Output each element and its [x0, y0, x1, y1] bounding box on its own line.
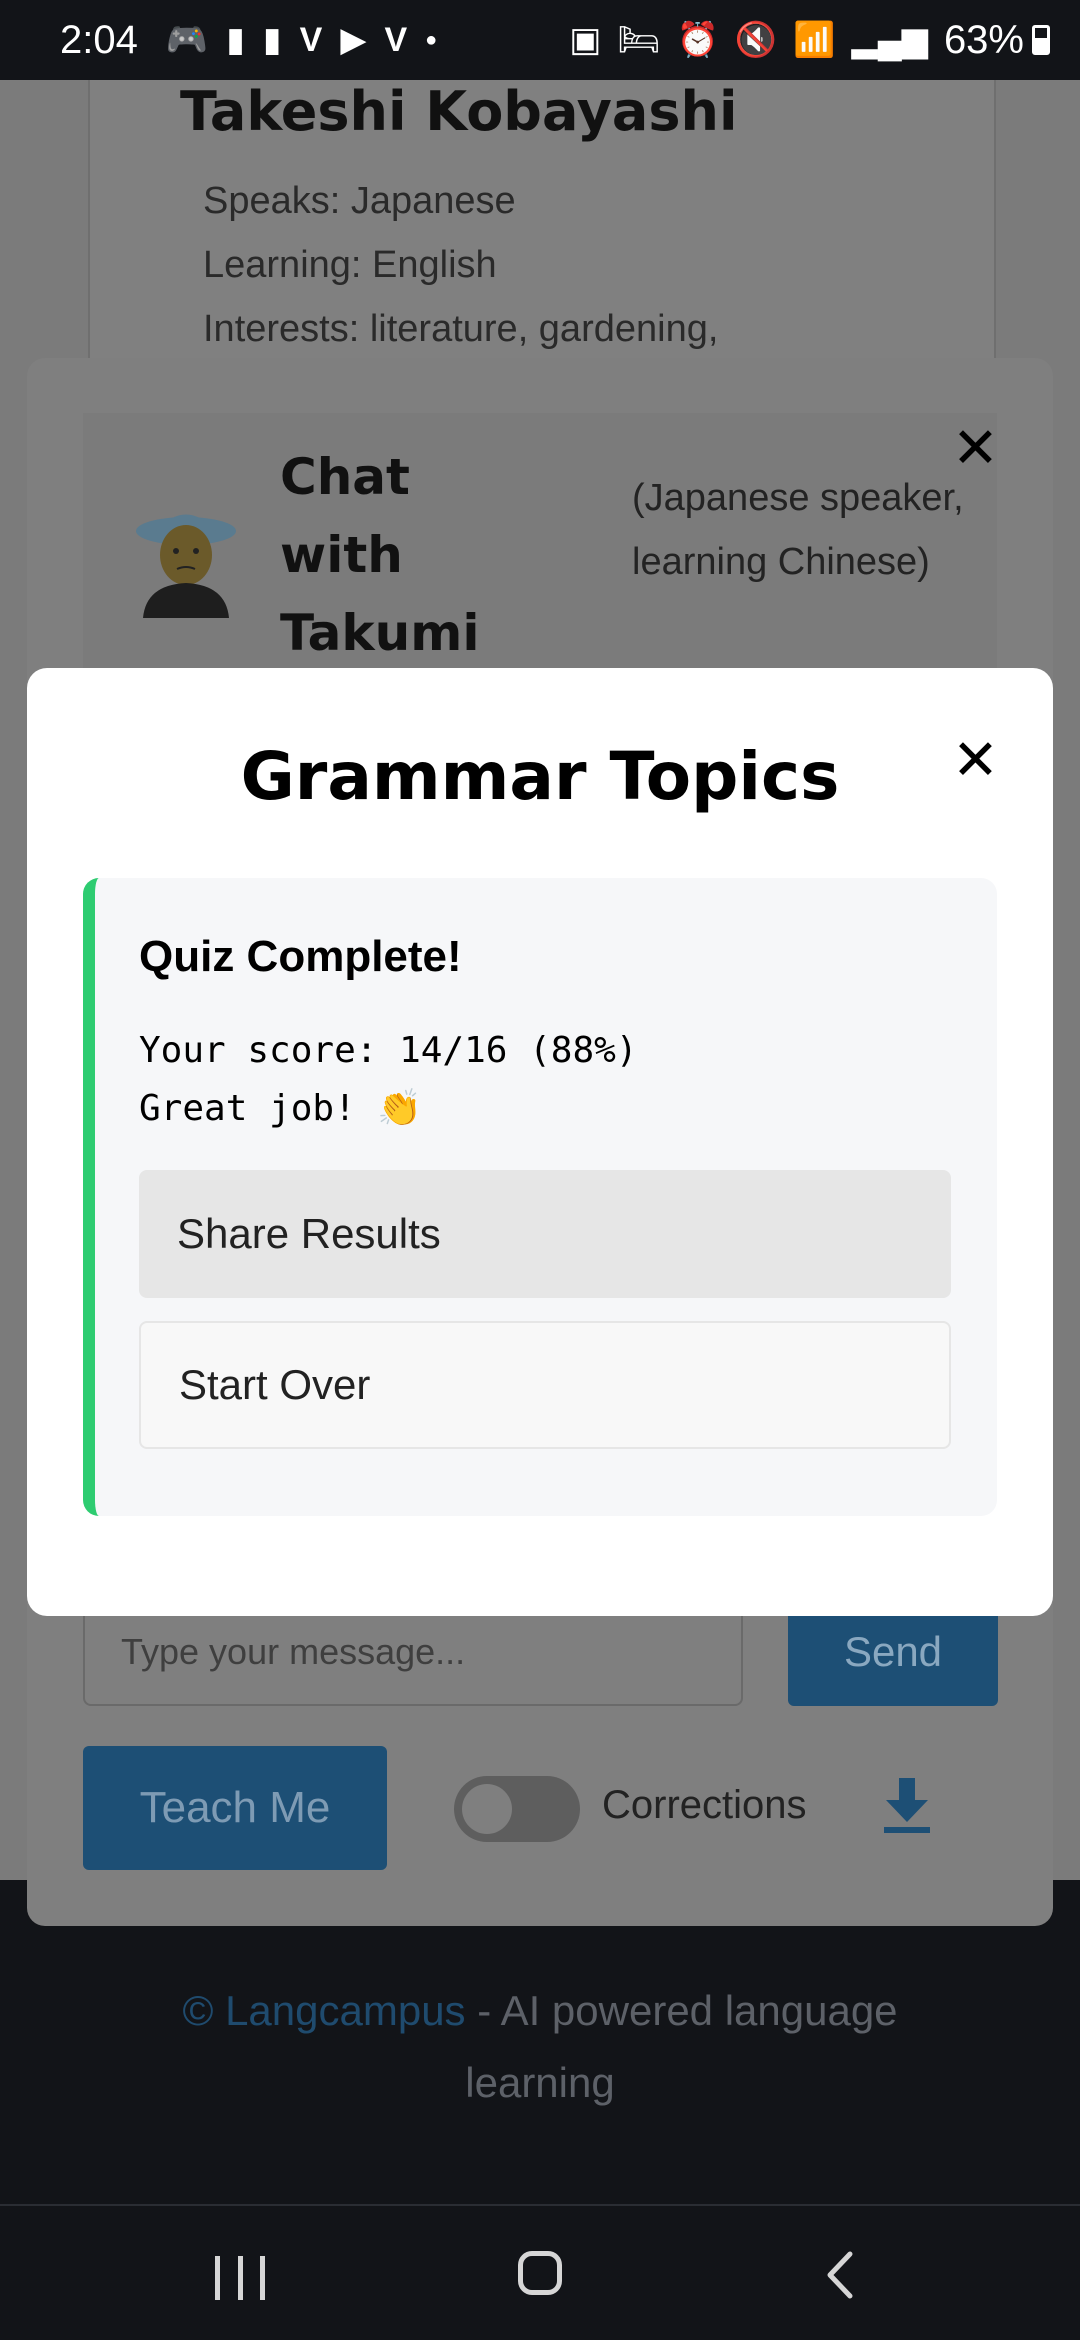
partner-avatar: [136, 514, 236, 618]
status-bar: 2:04 🎮 ▮ ▮ V ▶ V ● ▣ 🛏 ⏰ 🔇 📶 ▂▄▆ 63%: [0, 0, 1080, 80]
quiz-heading: Quiz Complete!: [139, 932, 462, 981]
teach-me-button[interactable]: Teach Me: [83, 1746, 387, 1870]
game-controller-icon: 🎮: [165, 21, 209, 59]
battery-icon: [1032, 25, 1050, 55]
navigation-bar: [0, 2204, 1080, 2340]
footer-text: © Langcampus - AI powered language learn…: [140, 1975, 940, 2119]
wifi-icon: 📶: [793, 21, 836, 59]
chat-subtitle: (Japanese speaker, learning Chinese): [632, 477, 964, 583]
youtube-icon: ▶: [340, 21, 367, 59]
signal-icon: ▂▄▆: [851, 21, 928, 59]
grammar-modal-title: Grammar Topics: [240, 738, 840, 815]
cup-icon: ▮: [262, 21, 282, 59]
partner-speaks: Speaks: Japanese: [203, 180, 516, 222]
copyright-symbol: ©: [182, 1987, 214, 2034]
partner-interests: Interests: literature, gardening,: [203, 308, 719, 350]
partner-name: Takeshi Kobayashi: [180, 80, 738, 143]
brand-link[interactable]: Langcampus: [225, 1987, 466, 2034]
bed-icon: 🛏: [617, 21, 661, 59]
battery-percent: 63%: [943, 17, 1024, 62]
clock: 2:04: [60, 17, 138, 62]
battery-indicator: 63%: [944, 18, 1050, 63]
system-icons: ▣ 🛏 ⏰ 🔇 📶 ▂▄▆ 63%: [569, 18, 1050, 63]
toggle-knob: [462, 1784, 512, 1834]
footer-tagline: - AI powered language learning: [465, 1987, 898, 2106]
grammar-close-button[interactable]: ✕: [952, 733, 999, 789]
partner-learning: Learning: English: [203, 244, 497, 286]
mute-icon: 🔇: [734, 21, 778, 59]
grammar-topics-modal: Grammar Topics ✕ Quiz Complete! Your sco…: [27, 668, 1053, 1616]
download-icon[interactable]: [882, 1778, 932, 1834]
recent-apps-icon[interactable]: [215, 2256, 265, 2300]
notification-icons: 🎮 ▮ ▮ V ▶ V ●: [166, 20, 437, 60]
quiz-score-text: Your score: 14/16 (88%) Great job! 👏: [139, 1022, 638, 1138]
alarm-icon: ⏰: [676, 21, 719, 59]
v-app-icon: V: [384, 20, 408, 59]
battery-saver-icon: ▣: [569, 21, 602, 59]
quiz-result-card: Quiz Complete! Your score: 14/16 (88%) G…: [83, 878, 997, 1516]
back-icon[interactable]: [820, 2250, 864, 2300]
score-line: Your score: 14/16 (88%): [139, 1030, 638, 1071]
feedback-line: Great job! 👏: [139, 1088, 423, 1129]
v-app-icon: V: [299, 20, 323, 59]
corrections-label: Corrections: [602, 1783, 807, 1827]
start-over-button[interactable]: Start Over: [139, 1321, 951, 1449]
share-results-button[interactable]: Share Results: [139, 1170, 951, 1298]
corrections-toggle[interactable]: [454, 1776, 580, 1842]
dot-icon: ●: [425, 28, 438, 51]
home-icon[interactable]: [518, 2251, 562, 2295]
cup-icon: ▮: [226, 21, 245, 59]
